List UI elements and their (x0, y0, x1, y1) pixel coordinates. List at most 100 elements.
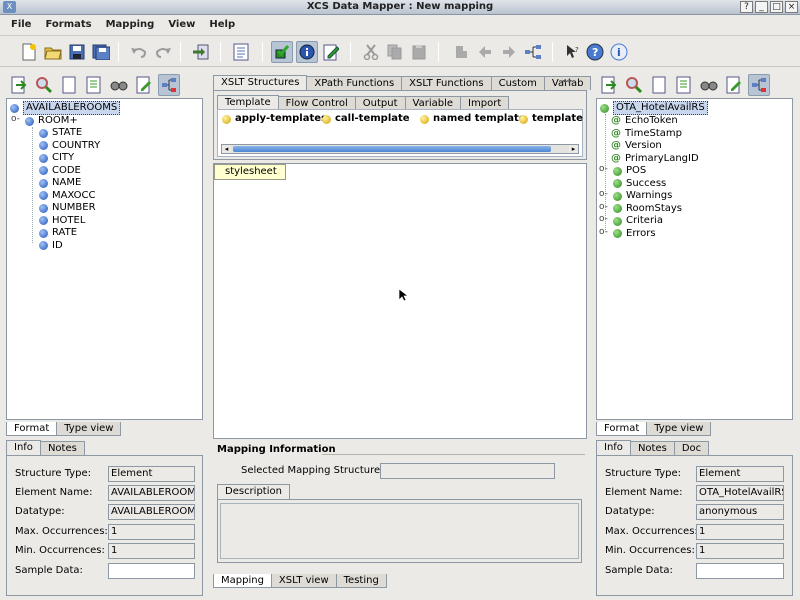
tab-mapping[interactable]: Mapping (213, 574, 272, 588)
document-icon[interactable] (648, 74, 670, 96)
structure-view-icon[interactable] (748, 74, 770, 96)
menu-mapping[interactable]: Mapping (99, 16, 162, 35)
tree-leaf-node[interactable]: ID (39, 240, 63, 252)
menu-formats[interactable]: Formats (38, 16, 98, 35)
tab-import[interactable]: Import (460, 96, 510, 110)
tree-leaf-node[interactable]: RATE (39, 227, 77, 239)
tree-element-node[interactable]: RoomStays (613, 203, 682, 215)
palette-call-template[interactable]: call-template (322, 113, 410, 125)
help-window-button[interactable]: ? (740, 1, 753, 13)
sample-data-input[interactable] (108, 563, 195, 579)
target-root-node[interactable]: OTA_HotelAvailRS (600, 101, 708, 115)
palette-apply-templates[interactable]: apply-templates (222, 113, 327, 125)
tree-leaf-node[interactable]: NUMBER (39, 202, 96, 214)
tab-format[interactable]: Format (6, 422, 58, 436)
tree-attribute-node[interactable]: @ EchoToken (611, 115, 678, 127)
tab-description[interactable]: Description (217, 484, 290, 499)
tab-variable[interactable]: Variable (404, 96, 462, 110)
tab-custom[interactable]: Custom (490, 76, 545, 90)
menu-help[interactable]: Help (202, 16, 242, 35)
expand-toggle-icon[interactable]: o- (599, 214, 608, 224)
find-icon[interactable] (33, 74, 55, 96)
tree-element-node[interactable]: Warnings (613, 190, 672, 202)
document-icon[interactable] (58, 74, 80, 96)
close-button[interactable]: × (785, 1, 798, 13)
map-right-icon[interactable] (498, 41, 520, 63)
tree-element-node[interactable]: Criteria (613, 215, 663, 227)
help-icon[interactable]: ? (584, 41, 606, 63)
edit-icon[interactable] (320, 41, 342, 63)
tree-element-node[interactable]: POS (613, 165, 646, 177)
undo-icon[interactable] (128, 41, 150, 63)
expand-toggle-icon[interactable]: o- (599, 227, 608, 237)
tab-type-view[interactable]: Type view (56, 422, 122, 436)
tree-attribute-node[interactable]: @ Version (611, 140, 662, 152)
expand-toggle-icon[interactable]: o- (599, 202, 608, 212)
tree-leaf-node[interactable]: MAXOCC (39, 190, 96, 202)
map-left-icon[interactable] (474, 41, 496, 63)
edit-schema-icon[interactable] (723, 74, 745, 96)
tree-icon[interactable] (522, 41, 544, 63)
menu-file[interactable]: File (4, 16, 38, 35)
palette-named-template[interactable]: named template (420, 113, 526, 125)
tab-notes[interactable]: Notes (629, 441, 675, 455)
cut-icon[interactable] (360, 41, 382, 63)
info-icon[interactable] (296, 41, 318, 63)
tab-flow-control[interactable]: Flow Control (277, 96, 356, 110)
pointer-help-icon[interactable]: ? (562, 41, 584, 63)
structure-view-icon[interactable] (158, 74, 180, 96)
description-text[interactable] (220, 503, 579, 559)
minimize-button[interactable]: _ (755, 1, 768, 13)
binoculars-icon[interactable] (698, 74, 720, 96)
tree-element-node[interactable]: Success (613, 178, 666, 190)
schema-icon[interactable] (83, 74, 105, 96)
tab-testing[interactable]: Testing (335, 574, 387, 588)
maximize-button[interactable]: □ (770, 1, 783, 13)
tree-leaf-node[interactable]: CODE (39, 165, 81, 177)
add-target-icon[interactable] (598, 74, 620, 96)
tab-scroll-arrows[interactable]: ◂ ▸ (562, 76, 573, 85)
expand-toggle-icon[interactable]: o- (11, 114, 20, 124)
new-file-icon[interactable] (18, 41, 40, 63)
palette-template[interactable]: template (519, 113, 583, 125)
tab-info[interactable]: Info (596, 440, 631, 455)
add-source-icon[interactable] (8, 74, 30, 96)
copy-icon[interactable] (384, 41, 406, 63)
redo-icon[interactable] (152, 41, 174, 63)
tree-element-node[interactable]: Errors (613, 228, 656, 240)
save-icon[interactable] (66, 41, 88, 63)
tree-root-node[interactable]: AVAILABLEROOMS (10, 101, 121, 115)
tab-xslt-structures[interactable]: XSLT Structures (213, 75, 308, 90)
tab-notes[interactable]: Notes (39, 441, 85, 455)
tree-attribute-node[interactable]: @ PrimaryLangID (611, 153, 699, 165)
tab-format[interactable]: Format (596, 422, 648, 436)
map-icon[interactable] (450, 41, 472, 63)
find-icon[interactable] (623, 74, 645, 96)
sample-data-input[interactable] (696, 563, 784, 579)
tab-xpath-functions[interactable]: XPath Functions (306, 76, 403, 90)
about-icon[interactable]: i (608, 41, 630, 63)
mapping-canvas[interactable]: stylesheet (213, 163, 587, 439)
tree-node-room[interactable]: ROOM+ (25, 115, 78, 127)
properties-icon[interactable] (230, 41, 252, 63)
expand-toggle-icon[interactable]: o- (599, 189, 608, 199)
tab-xslt-functions[interactable]: XSLT Functions (401, 76, 492, 90)
menu-view[interactable]: View (161, 16, 202, 35)
stylesheet-node[interactable]: stylesheet (214, 164, 286, 180)
tree-leaf-node[interactable]: COUNTRY (39, 140, 100, 152)
export-icon[interactable] (190, 41, 212, 63)
tree-leaf-node[interactable]: HOTEL (39, 215, 85, 227)
tab-output[interactable]: Output (354, 96, 406, 110)
tree-leaf-node[interactable]: CITY (39, 152, 74, 164)
expand-toggle-icon[interactable]: o- (599, 164, 608, 174)
tree-leaf-node[interactable]: STATE (39, 127, 82, 139)
edit-schema-icon[interactable] (133, 74, 155, 96)
tab-template[interactable]: Template (217, 95, 279, 110)
tree-attribute-node[interactable]: @ TimeStamp (611, 128, 682, 140)
tree-leaf-node[interactable]: NAME (39, 177, 81, 189)
tab-doc[interactable]: Doc (673, 441, 710, 455)
tab-xslt-view[interactable]: XSLT view (270, 574, 337, 588)
save-all-icon[interactable] (90, 41, 112, 63)
validate-icon[interactable] (271, 41, 293, 63)
open-folder-icon[interactable] (42, 41, 64, 63)
